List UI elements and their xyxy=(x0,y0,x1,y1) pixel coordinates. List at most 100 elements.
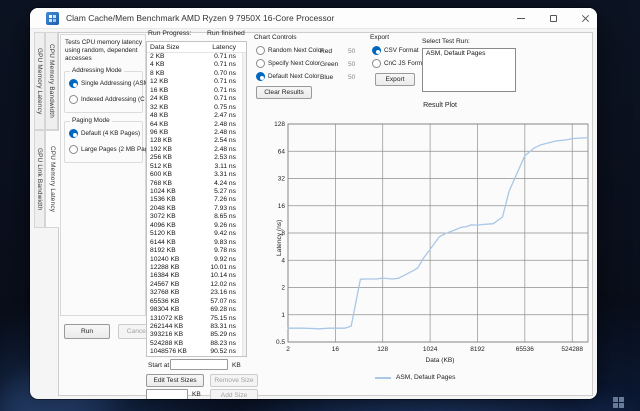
tab-gpu-memory-latency[interactable]: GPU Memory Latency xyxy=(34,32,45,130)
close-button[interactable] xyxy=(570,8,597,28)
radio-single-addressing[interactable]: Single Addressing (ASM) xyxy=(69,79,151,88)
table-row[interactable]: 10240 KB9.92 ns xyxy=(147,256,246,264)
svg-text:1: 1 xyxy=(281,312,285,319)
svg-text:65536: 65536 xyxy=(516,346,534,353)
table-row[interactable]: 16384 KB10.14 ns xyxy=(147,272,246,280)
table-row[interactable]: 393216 KB85.29 ns xyxy=(147,331,246,339)
cell-data-size: 98304 KB xyxy=(147,306,202,314)
table-row[interactable]: 48 KB2.47 ns xyxy=(147,112,246,120)
radio-default-next-color[interactable]: Default Next Color xyxy=(256,72,319,81)
table-row[interactable]: 32768 KB23.16 ns xyxy=(147,289,246,297)
tab-gpu-link-bandwidth[interactable]: GPU Link Bandwidth xyxy=(34,130,45,228)
edit-test-sizes-button[interactable]: Edit Test Sizes xyxy=(146,374,204,387)
table-row[interactable]: 262144 KB83.31 ns xyxy=(147,323,246,331)
tab-cpu-memory-bandwidth[interactable]: CPU Memory Bandwidth xyxy=(45,32,58,130)
table-row[interactable]: 12288 KB10.01 ns xyxy=(147,264,246,272)
cell-latency: 0.71 ns xyxy=(202,87,246,95)
cell-data-size: 24 KB xyxy=(147,95,202,103)
table-row[interactable]: 128 KB2.54 ns xyxy=(147,137,246,145)
table-row[interactable]: 12 KB0.71 ns xyxy=(147,78,246,86)
clear-results-button[interactable]: Clear Results xyxy=(256,86,312,99)
table-row[interactable]: 3072 KB8.65 ns xyxy=(147,213,246,221)
svg-text:2: 2 xyxy=(286,346,290,353)
radio-icon xyxy=(69,95,78,104)
table-row[interactable]: 8192 KB9.78 ns xyxy=(147,247,246,255)
table-row[interactable]: 1024 KB5.27 ns xyxy=(147,188,246,196)
radio-random-next-color[interactable]: Random Next Color xyxy=(256,46,323,55)
table-row[interactable]: 524288 KB88.23 ns xyxy=(147,340,246,348)
table-row[interactable]: 24 KB0.71 ns xyxy=(147,95,246,103)
table-row[interactable]: 192 KB2.48 ns xyxy=(147,146,246,154)
radio-cnc-js-format[interactable]: CnC JS Format xyxy=(372,59,427,68)
table-row[interactable]: 24567 KB12.02 ns xyxy=(147,281,246,289)
cell-data-size: 16384 KB xyxy=(147,272,202,280)
table-row[interactable]: 2048 KB7.93 ns xyxy=(147,205,246,213)
radio-default-pages[interactable]: Default (4 KB Pages) xyxy=(69,129,140,138)
list-item[interactable]: ASM, Default Pages xyxy=(423,49,515,58)
cell-latency: 10.14 ns xyxy=(202,272,246,280)
table-scrollbar[interactable] xyxy=(242,53,246,356)
cell-latency: 9.26 ns xyxy=(202,222,246,230)
table-header[interactable]: Data Size Latency xyxy=(147,42,246,53)
run-status: Run finished xyxy=(207,30,245,37)
column-latency[interactable]: Latency xyxy=(202,44,246,51)
svg-text:1024: 1024 xyxy=(423,346,438,353)
minimize-button[interactable] xyxy=(506,8,536,28)
table-row[interactable]: 65536 KB57.07 ns xyxy=(147,298,246,306)
table-row[interactable]: 96 KB2.48 ns xyxy=(147,129,246,137)
green-label: Green xyxy=(320,61,338,68)
table-row[interactable]: 600 KB3.31 ns xyxy=(147,171,246,179)
cell-latency: 85.29 ns xyxy=(202,331,246,339)
cell-data-size: 6144 KB xyxy=(147,239,202,247)
table-row[interactable]: 6144 KB9.83 ns xyxy=(147,239,246,247)
table-row[interactable]: 2 KB0.71 ns xyxy=(147,53,246,61)
cell-latency: 5.27 ns xyxy=(202,188,246,196)
legend-label: ASM, Default Pages xyxy=(396,374,455,381)
cell-latency: 9.42 ns xyxy=(202,230,246,238)
table-row[interactable]: 1536 KB7.26 ns xyxy=(147,196,246,204)
cell-latency: 3.11 ns xyxy=(202,163,246,171)
radio-csv-format[interactable]: CSV Format xyxy=(372,46,419,55)
app-window: Clam Cache/Mem Benchmark AMD Ryzen 9 795… xyxy=(30,8,597,399)
start-at-label: Start at xyxy=(148,362,169,369)
x-axis-label: Data (KB) xyxy=(360,357,520,364)
maximize-button[interactable] xyxy=(538,8,568,28)
table-row[interactable]: 64 KB2.48 ns xyxy=(147,121,246,129)
svg-text:16: 16 xyxy=(278,203,286,210)
table-row[interactable]: 16 KB0.71 ns xyxy=(147,87,246,95)
start-at-unit: KB xyxy=(232,362,241,369)
test-run-listbox[interactable]: ASM, Default Pages xyxy=(422,48,516,92)
legend-marker xyxy=(375,377,391,379)
tab-cpu-memory-latency[interactable]: CPU Memory Latency xyxy=(45,130,59,228)
results-table: Data Size Latency 2 KB0.71 ns4 KB0.71 ns… xyxy=(146,41,247,357)
cell-data-size: 256 KB xyxy=(147,154,202,162)
table-row[interactable]: 131072 KB75.15 ns xyxy=(147,315,246,323)
table-row[interactable]: 4 KB0.71 ns xyxy=(147,61,246,69)
radio-specify-next-color[interactable]: Specify Next Color xyxy=(256,59,320,68)
column-data-size[interactable]: Data Size xyxy=(147,44,202,51)
table-row[interactable]: 98304 KB69.28 ns xyxy=(147,306,246,314)
start-at-input[interactable] xyxy=(170,359,228,370)
run-button[interactable]: Run xyxy=(64,324,110,339)
table-row[interactable]: 768 KB4.24 ns xyxy=(147,180,246,188)
test-config-panel: Tests CPU memory latency using random, d… xyxy=(60,34,146,316)
title-bar[interactable]: Clam Cache/Mem Benchmark AMD Ryzen 9 795… xyxy=(30,8,597,29)
table-row[interactable]: 256 KB2.53 ns xyxy=(147,154,246,162)
cell-data-size: 5120 KB xyxy=(147,230,202,238)
test-description: Tests CPU memory latency using random, d… xyxy=(65,39,143,63)
add-size-input[interactable] xyxy=(146,389,188,399)
cell-latency: 12.02 ns xyxy=(202,281,246,289)
radio-icon xyxy=(69,79,78,88)
blue-label: Blue xyxy=(320,74,333,81)
cell-data-size: 65536 KB xyxy=(147,298,202,306)
radio-large-pages[interactable]: Large Pages (2 MB Pages) xyxy=(69,145,157,154)
table-row[interactable]: 512 KB3.11 ns xyxy=(147,163,246,171)
table-row[interactable]: 4096 KB9.26 ns xyxy=(147,222,246,230)
table-row[interactable]: 5120 KB9.42 ns xyxy=(147,230,246,238)
export-button[interactable]: Export xyxy=(375,73,415,86)
table-row[interactable]: 1048576 KB90.52 ns xyxy=(147,348,246,356)
table-row[interactable]: 32 KB0.75 ns xyxy=(147,104,246,112)
cell-data-size: 8 KB xyxy=(147,70,202,78)
cell-data-size: 4096 KB xyxy=(147,222,202,230)
table-row[interactable]: 8 KB0.70 ns xyxy=(147,70,246,78)
